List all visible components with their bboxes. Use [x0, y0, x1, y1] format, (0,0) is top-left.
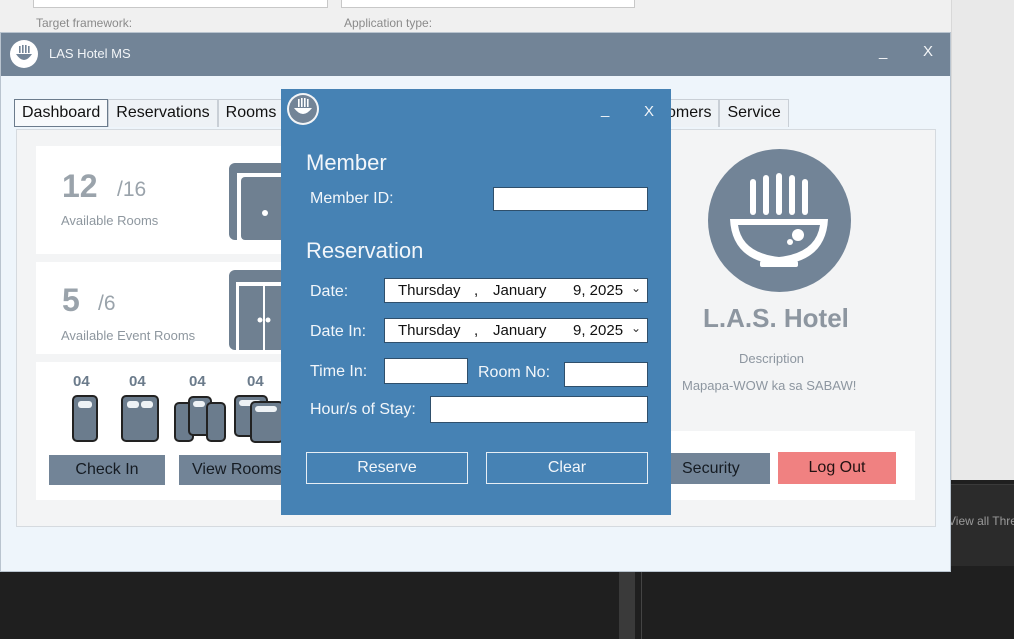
date-in-separator: ,: [474, 322, 479, 339]
view-rooms-button[interactable]: View Rooms: [179, 455, 286, 485]
reserve-button[interactable]: Reserve: [306, 452, 468, 484]
check-in-button[interactable]: Check In: [49, 455, 165, 485]
reservation-heading: Reservation: [306, 238, 424, 263]
tab-rooms[interactable]: Rooms: [217, 99, 285, 127]
chevron-down-icon[interactable]: ⌄: [631, 321, 641, 335]
tab-reservations[interactable]: Reservations: [108, 99, 218, 127]
date-weekday: Thursday: [398, 282, 461, 299]
date-day-year: 9, 2025: [573, 282, 624, 299]
background-side-panel: [951, 0, 1014, 480]
hours-of-stay-label: Hour/s of Stay:: [310, 401, 416, 418]
app-logo-icon: [10, 40, 38, 68]
double-door-icon: [229, 270, 286, 350]
application-type-label: Application type:: [344, 16, 433, 30]
dialog-close-button[interactable]: X: [644, 103, 654, 120]
view-all-link[interactable]: View all Thre: [948, 514, 1014, 528]
available-rooms-label: Available Rooms: [61, 213, 159, 228]
minimize-button[interactable]: _: [879, 43, 887, 60]
total-rooms-count: /16: [117, 178, 147, 201]
reservation-dialog: _ X Member Member ID: Reservation Date: …: [281, 89, 671, 515]
time-in-label: Time In:: [310, 363, 368, 380]
dialog-minimize-button[interactable]: _: [601, 101, 609, 118]
room-no-label: Room No:: [478, 364, 551, 381]
date-in-weekday: Thursday: [398, 322, 461, 339]
single-bed-icon: [72, 395, 98, 442]
total-event-rooms-count: /6: [98, 292, 116, 315]
target-framework-label: Target framework:: [36, 16, 133, 30]
hours-of-stay-input[interactable]: [430, 396, 648, 423]
dialog-logo-icon: [287, 93, 319, 125]
triple-bed-icon: [174, 396, 228, 443]
room-no-input[interactable]: [564, 362, 648, 387]
single-room-count: 04: [73, 373, 90, 390]
available-event-rooms-label: Available Event Rooms: [61, 328, 196, 343]
triple-room-count: 04: [189, 373, 206, 390]
available-event-rooms-count: 5: [62, 282, 80, 318]
close-button[interactable]: X: [923, 43, 933, 60]
tab-strip: Dashboard Reservations Rooms: [14, 99, 285, 127]
family-bed-icon: [234, 395, 286, 443]
hotel-name: L.A.S. Hotel: [703, 303, 849, 333]
background-divider: [641, 572, 642, 639]
date-in-day-year: 9, 2025: [573, 322, 624, 339]
available-rooms-count: 12: [62, 168, 98, 204]
target-framework-field[interactable]: [33, 0, 328, 8]
available-rooms-card: 12 /16 Available Rooms: [36, 146, 286, 254]
date-picker[interactable]: Thursday , January 9, 2025 ⌄: [384, 278, 648, 303]
date-separator: ,: [474, 282, 479, 299]
description-label: Description: [739, 351, 805, 366]
double-room-count: 04: [129, 373, 146, 390]
logout-button[interactable]: Log Out: [778, 452, 896, 484]
door-icon: [229, 163, 286, 240]
tab-service[interactable]: Service: [719, 99, 789, 127]
description-text: Mapapa-WOW ka sa SABAW!: [682, 378, 857, 393]
family-room-count: 04: [247, 373, 264, 390]
security-button[interactable]: Security: [668, 453, 770, 484]
member-id-input[interactable]: [493, 187, 648, 211]
date-month: January: [493, 282, 547, 299]
event-rooms-card: 5 /6 Available Event Rooms: [36, 262, 286, 354]
time-in-input[interactable]: [384, 358, 468, 384]
date-in-picker[interactable]: Thursday , January 9, 2025 ⌄: [384, 318, 648, 343]
window-title: LAS Hotel MS: [49, 46, 131, 61]
clear-button[interactable]: Clear: [486, 452, 648, 484]
tab-strip-right: omers Service: [659, 99, 789, 127]
member-id-label: Member ID:: [310, 190, 394, 207]
background-scrollbar[interactable]: [619, 572, 635, 639]
application-type-field[interactable]: [341, 0, 635, 8]
member-heading: Member: [306, 150, 387, 175]
date-in-label: Date In:: [310, 323, 367, 340]
title-bar[interactable]: LAS Hotel MS _ X: [1, 33, 950, 76]
tab-dashboard[interactable]: Dashboard: [14, 99, 109, 127]
date-label: Date:: [310, 283, 349, 300]
date-in-month: January: [493, 322, 547, 339]
chevron-down-icon[interactable]: ⌄: [631, 281, 641, 295]
double-bed-icon: [121, 395, 159, 442]
hotel-logo-icon: [708, 149, 851, 292]
